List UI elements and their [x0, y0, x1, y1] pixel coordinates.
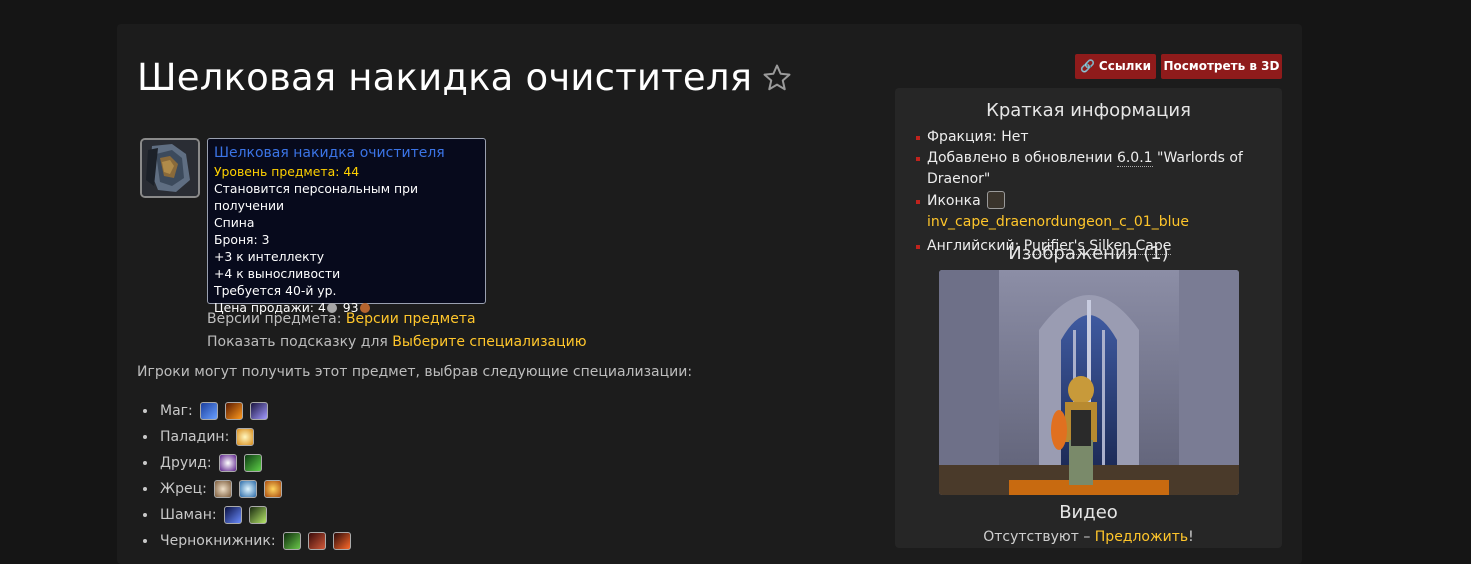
info-faction: Фракция: Нет [916, 127, 1276, 148]
item-mini-icon [987, 191, 1006, 209]
tooltip-item-name: Шелковая накидка очистителя [214, 145, 445, 161]
affliction-icon[interactable] [282, 532, 301, 550]
spec-row-paladin: Паладин: [143, 424, 351, 450]
tooltip-spec-line: Показать подсказку для Выберите специали… [207, 334, 587, 350]
title-row: Шелковая накидка очистителя [137, 56, 792, 99]
elemental-icon[interactable] [223, 506, 242, 524]
item-versions-line: Версии предмета: Версии предмета [207, 311, 476, 327]
video-title: Видео [1059, 502, 1118, 523]
arcane-icon[interactable] [199, 402, 218, 420]
info-added-in: Добавлено в обновлении 6.0.1 "Warlords o… [916, 148, 1276, 190]
images-title: Изображения (1) [1008, 243, 1169, 264]
item-screenshot[interactable] [939, 270, 1239, 495]
tooltip-slot: Спина [214, 215, 255, 230]
spec-row-druid: Друид: [143, 450, 351, 476]
spec-row-warlock: Чернокнижник: [143, 528, 351, 554]
link-icon: 🔗 [1079, 59, 1095, 73]
item-tooltip: Шелковая накидка очистителя Уровень пред… [207, 138, 486, 315]
links-button[interactable]: 🔗 Ссылки [1075, 54, 1156, 79]
icon-name-link[interactable]: inv_cape_draenordungeon_c_01_blue [927, 214, 1189, 230]
page-title: Шелковая накидка очистителя [137, 56, 753, 99]
spec-row-mage: Маг: [143, 398, 351, 424]
tooltip-item-level: Уровень предмета: 44 [214, 164, 360, 179]
quick-info-title: Краткая информация [986, 100, 1191, 121]
demonology-icon[interactable] [307, 532, 326, 550]
spec-row-shaman: Шаман: [143, 502, 351, 528]
restoration-shaman-icon[interactable] [248, 506, 267, 524]
restoration-icon[interactable] [243, 454, 262, 472]
fire-icon[interactable] [224, 402, 243, 420]
destruction-icon[interactable] [332, 532, 351, 550]
view-3d-button[interactable]: Посмотреть в 3D [1161, 54, 1282, 79]
spec-row-priest: Жрец: [143, 476, 351, 502]
item-cape-icon[interactable] [140, 138, 200, 198]
select-spec-link[interactable]: Выберите специализацию [392, 334, 586, 350]
favorite-star-icon[interactable] [762, 63, 792, 93]
discipline-icon[interactable] [213, 480, 232, 498]
holy-light-icon[interactable] [236, 428, 255, 446]
frost-icon[interactable] [249, 402, 268, 420]
spec-list: Маг: Паладин: Друид: Жрец: Шаман: Чернок… [143, 398, 351, 554]
tooltip-stat-intellect: +3 к интеллекту [214, 249, 325, 264]
patch-version[interactable]: 6.0.1 [1116, 150, 1153, 167]
shadow-icon[interactable] [263, 480, 282, 498]
quick-info-list: Фракция: Нет Добавлено в обновлении 6.0.… [916, 127, 1276, 257]
info-icon: Иконка inv_cape_draenordungeon_c_01_blue [916, 191, 1276, 233]
balance-icon[interactable] [218, 454, 237, 472]
holy-icon[interactable] [238, 480, 257, 498]
item-versions-link[interactable]: Версии предмета [346, 311, 476, 327]
tooltip-binding: Становится персональным при получении [214, 181, 419, 213]
players-text: Игроки могут получить этот предмет, выбр… [137, 364, 693, 380]
tooltip-requires-level: Требуется 40-й ур. [214, 283, 337, 298]
tooltip-armor: Броня: 3 [214, 232, 270, 247]
tooltip-stat-stamina: +4 к выносливости [214, 266, 341, 281]
